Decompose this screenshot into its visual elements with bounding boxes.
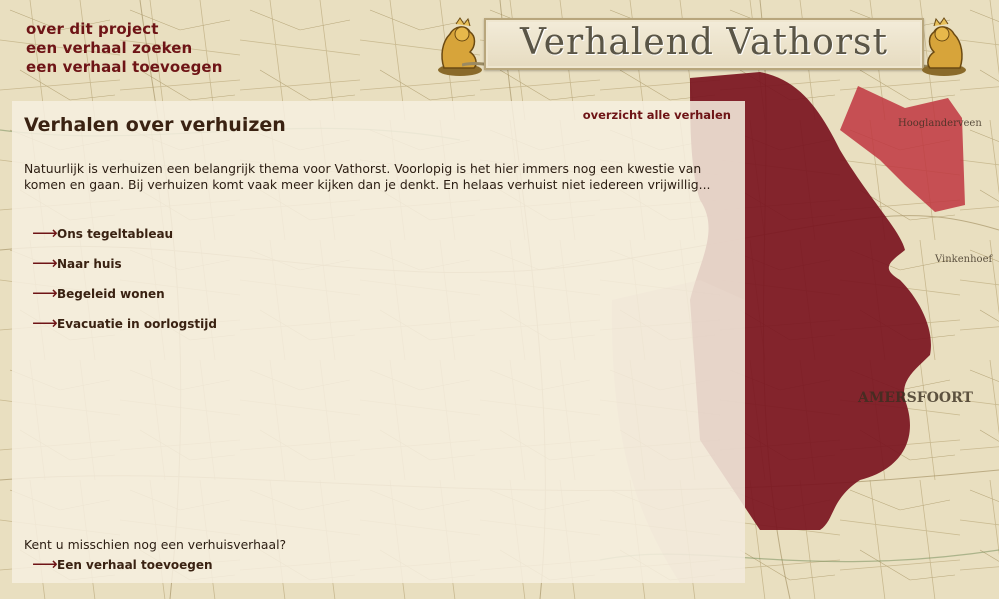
add-story-question: Kent u misschien nog een verhuisverhaal? xyxy=(24,537,287,552)
arrow-right-icon: ⟶ xyxy=(32,223,58,244)
nav-add-story[interactable]: een verhaal toevoegen xyxy=(26,58,222,77)
nav-about-project[interactable]: over dit project xyxy=(26,20,222,39)
add-story-row[interactable]: ⟶ Een verhaal toevoegen xyxy=(32,554,213,575)
arrow-right-icon: ⟶ xyxy=(32,253,58,274)
intro-text: Natuurlijk is verhuizen een belangrijk t… xyxy=(24,161,711,192)
map-label-vinkenhoef: Vinkenhoef xyxy=(934,254,993,265)
lion-crest-icon xyxy=(438,17,482,76)
list-item[interactable]: ⟶ Naar huis xyxy=(32,249,217,279)
arrow-right-icon: ⟶ xyxy=(32,313,58,334)
story-link[interactable]: Ons tegeltableau xyxy=(57,227,173,241)
list-item[interactable]: ⟶ Ons tegeltableau xyxy=(32,219,217,249)
site-banner[interactable]: Verhalend Vathorst xyxy=(432,12,972,78)
page-title: Verhalen over verhuizen xyxy=(24,114,286,136)
site-title: Verhalend Vathorst xyxy=(520,22,888,63)
top-nav: over dit project een verhaal zoeken een … xyxy=(26,20,222,77)
content-panel: overzicht alle verhalen Verhalen over ve… xyxy=(12,101,745,583)
map-label-amersfoort: AMERSFOORT xyxy=(857,390,973,406)
arrow-right-icon: ⟶ xyxy=(32,283,58,304)
map-label-hooglanderveen: Hooglanderveen xyxy=(898,118,982,129)
story-list: ⟶ Ons tegeltableau ⟶ Naar huis ⟶ Begelei… xyxy=(32,219,217,339)
list-item[interactable]: ⟶ Begeleid wonen xyxy=(32,279,217,309)
add-story-link[interactable]: Een verhaal toevoegen xyxy=(57,558,213,572)
lion-crest-icon xyxy=(922,17,966,76)
overview-all-stories-link[interactable]: overzicht alle verhalen xyxy=(583,108,731,122)
arrow-right-icon: ⟶ xyxy=(32,554,58,575)
story-link[interactable]: Begeleid wonen xyxy=(57,287,165,301)
story-link[interactable]: Evacuatie in oorlogstijd xyxy=(57,317,217,331)
nav-search-story[interactable]: een verhaal zoeken xyxy=(26,39,222,58)
story-link[interactable]: Naar huis xyxy=(57,257,122,271)
list-item[interactable]: ⟶ Evacuatie in oorlogstijd xyxy=(32,309,217,339)
